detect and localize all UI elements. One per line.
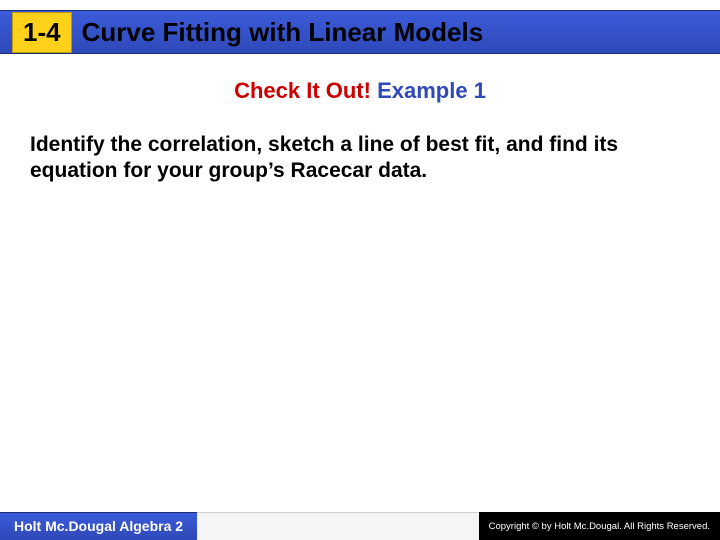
check-it-out-label: Check It Out!	[234, 78, 371, 103]
footer-copyright: Copyright © by Holt Mc.Dougal. All Right…	[479, 512, 720, 540]
footer-spacer	[197, 512, 479, 540]
footer: Holt Mc.Dougal Algebra 2 Copyright © by …	[0, 512, 720, 540]
lesson-title: Curve Fitting with Linear Models	[82, 17, 484, 48]
header-bar: 1-4 Curve Fitting with Linear Models	[0, 10, 720, 54]
unit-badge: 1-4	[12, 12, 72, 53]
example-heading: Check It Out! Example 1	[0, 78, 720, 104]
footer-book-title: Holt Mc.Dougal Algebra 2	[0, 512, 197, 540]
slide: 1-4 Curve Fitting with Linear Models Che…	[0, 0, 720, 540]
example-number-label: Example 1	[377, 78, 486, 103]
problem-statement: Identify the correlation, sketch a line …	[30, 132, 680, 185]
